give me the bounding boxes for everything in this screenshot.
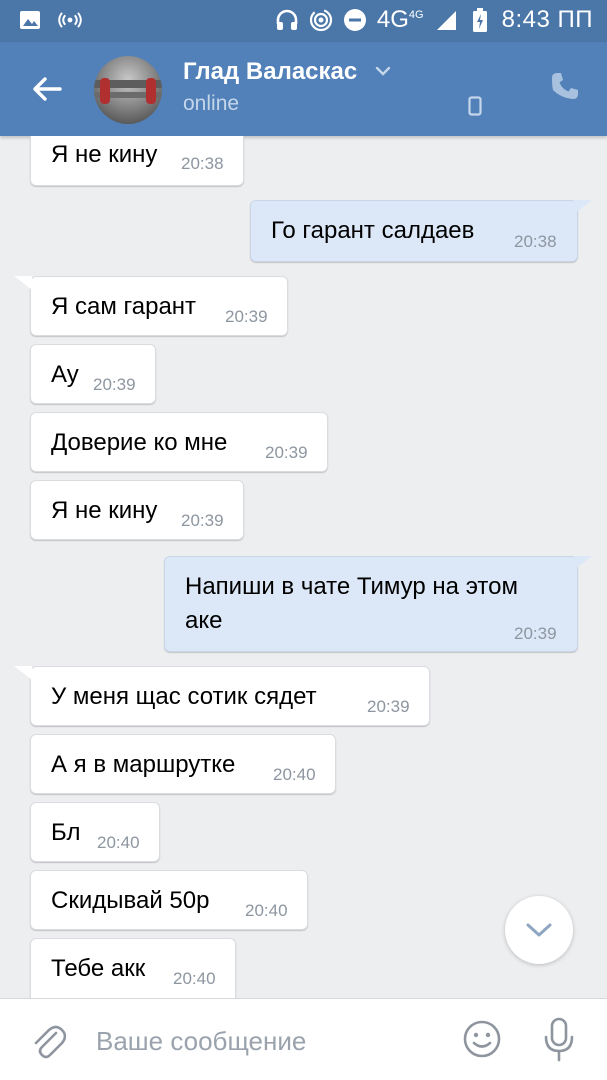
status-time: 8:43 ПП (501, 6, 593, 33)
message-time: 20:38 (181, 154, 224, 173)
phone-icon (552, 73, 578, 99)
battery-charging-icon (468, 8, 492, 32)
contact-status: online (183, 92, 240, 115)
back-button[interactable] (28, 70, 66, 108)
network-type: 4G4G (376, 6, 424, 33)
message-text: Го гарант салдаев (271, 217, 475, 244)
message-text: Ау (51, 361, 79, 388)
attach-button[interactable] (30, 1021, 67, 1061)
message-incoming[interactable]: А я в маршрутке 20:40 (30, 734, 336, 794)
message-time: 20:39 (265, 443, 308, 462)
voice-message-button[interactable] (542, 1017, 576, 1063)
message-text-line2: аке (185, 607, 223, 634)
message-outgoing[interactable]: Го гарант салдаев 20:38 (250, 200, 578, 262)
message-time: 20:39 (181, 511, 224, 530)
message-incoming[interactable]: Я не кину 20:39 (30, 480, 244, 540)
smiley-icon (463, 1020, 501, 1058)
message-incoming[interactable]: Я не кину 20:38 (30, 136, 244, 186)
message-text: Я не кину (51, 497, 158, 524)
message-text: Скидывай 50р (51, 887, 210, 914)
headphones-icon (275, 8, 299, 32)
message-outgoing[interactable]: Напиши в чате Тимур на этом аке 20:39 (164, 556, 578, 652)
message-incoming[interactable]: Я сам гарант 20:39 (30, 276, 288, 336)
message-time: 20:39 (225, 307, 268, 326)
message-incoming[interactable]: Скидывай 50р 20:40 (30, 870, 308, 930)
chevron-down-icon[interactable] (374, 64, 392, 78)
hotspot-icon (309, 8, 333, 32)
message-incoming[interactable]: Тебе акк 20:40 (30, 938, 236, 998)
message-time: 20:38 (514, 232, 557, 251)
message-time: 20:40 (273, 765, 316, 784)
emoji-button[interactable] (462, 1019, 502, 1059)
avatar[interactable] (94, 56, 162, 124)
message-text: Напиши в чате Тимур на этом (185, 573, 518, 600)
message-text: У меня щас сотик сядет (51, 683, 317, 710)
message-incoming[interactable]: Ау 20:39 (30, 344, 156, 404)
paperclip-icon (34, 1025, 67, 1059)
message-time: 20:39 (367, 697, 410, 716)
microphone-icon (544, 1017, 574, 1062)
message-list[interactable]: Я не кину 20:38 Го гарант салдаев 20:38 … (0, 136, 607, 998)
chat-header: Глад Валаскас online (0, 42, 607, 136)
message-text: Я сам гарант (51, 293, 197, 320)
message-time: 20:39 (93, 375, 136, 394)
message-text: Тебе акк (51, 955, 146, 982)
message-text: Бл (51, 819, 81, 846)
call-button[interactable] (549, 70, 581, 102)
message-incoming[interactable]: Доверие ко мне 20:39 (30, 412, 328, 472)
chevron-down-icon (526, 923, 552, 937)
scroll-down-button[interactable] (505, 896, 573, 964)
message-composer (0, 998, 607, 1080)
message-text: Я не кину (51, 141, 158, 168)
message-time: 20:40 (173, 969, 216, 988)
do-not-disturb-icon (343, 8, 367, 32)
message-time: 20:40 (97, 833, 140, 852)
arrow-left-icon (33, 77, 62, 101)
message-input[interactable] (96, 1023, 436, 1059)
message-time: 20:39 (514, 624, 557, 643)
image-notification-icon (18, 8, 42, 32)
signal-icon (434, 8, 458, 32)
message-incoming[interactable]: Бл 20:40 (30, 802, 160, 862)
message-text: Доверие ко мне (51, 429, 228, 456)
contact-name[interactable]: Глад Валаскас (183, 58, 357, 86)
message-incoming[interactable]: У меня щас сотик сядет 20:39 (30, 666, 430, 726)
status-bar: 4G4G 8:43 ПП (0, 0, 607, 42)
mobile-device-icon (468, 96, 482, 116)
message-text: А я в маршрутке (51, 751, 236, 778)
broadcast-icon (58, 8, 82, 32)
message-time: 20:40 (245, 901, 288, 920)
